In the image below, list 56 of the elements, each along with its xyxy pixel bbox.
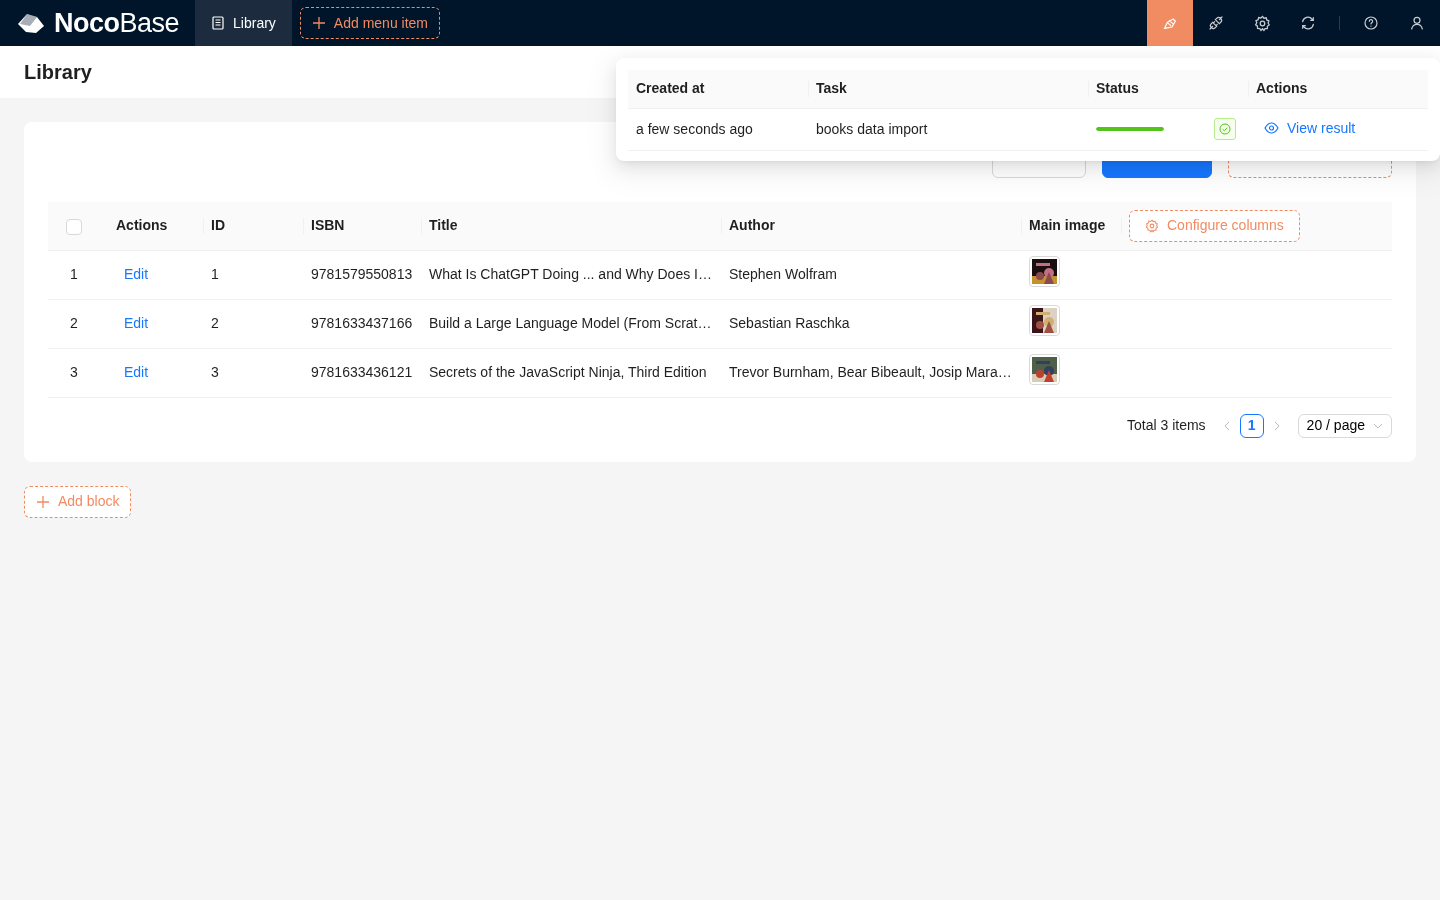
eye-icon <box>1264 122 1279 135</box>
user-icon <box>1409 15 1425 31</box>
view-result-link[interactable]: View result <box>1264 117 1356 139</box>
row-number: 1 <box>70 266 78 282</box>
settings-icon <box>1253 14 1271 32</box>
plus-icon <box>311 16 326 30</box>
table-cell: Stephen Wolfram <box>729 266 837 282</box>
column-header: Main image <box>1029 217 1106 234</box>
logo-icon <box>16 11 46 35</box>
select-all-checkbox[interactable] <box>66 218 82 235</box>
plus-icon <box>36 494 50 509</box>
column-header: Task <box>816 80 847 97</box>
table-cell: 2 <box>211 315 219 331</box>
image-thumbnail[interactable] <box>1029 354 1060 385</box>
table-cell: Trevor Burnham, Bear Bibeault, Josip Mara… <box>729 364 1012 380</box>
table-cell: 9781633437166 <box>311 315 413 331</box>
table-cell: Secrets of the JavaScript Ninja, Third Edition <box>429 364 707 380</box>
table-cell: Build a Large Language Model (From Scrat… <box>429 315 712 331</box>
page-button[interactable]: 1 <box>1239 413 1264 438</box>
page-title: Library <box>24 60 92 85</box>
edit-link[interactable]: Edit <box>124 364 149 380</box>
image-thumbnail[interactable] <box>1029 305 1060 336</box>
column-header: Author <box>729 217 775 234</box>
column-header: ID <box>211 217 225 234</box>
document-icon <box>211 16 226 30</box>
column-header: Status <box>1096 80 1139 97</box>
menu-item[interactable]: Library <box>195 0 292 46</box>
image-thumbnail[interactable] <box>1029 256 1060 287</box>
edit-link[interactable]: Edit <box>124 315 149 331</box>
column-header: Actions <box>116 217 168 234</box>
edit-link[interactable]: Edit <box>124 266 149 282</box>
refresh-icon <box>1300 15 1316 31</box>
column-header: ISBN <box>311 217 345 234</box>
column-header: Actions <box>1256 80 1308 97</box>
table-cell: books data import <box>816 120 928 137</box>
table-cell: Sebastian Raschka <box>729 315 850 331</box>
plug-icon <box>1208 15 1224 31</box>
brush-icon <box>1162 15 1178 31</box>
table-cell: 1 <box>211 266 219 282</box>
row-number: 2 <box>70 315 78 331</box>
row-number: 3 <box>70 364 78 380</box>
table-cell: What Is ChatGPT Doing ... and Why Does I… <box>429 266 712 282</box>
configure-columns-button[interactable]: Configure columns <box>1129 209 1300 242</box>
table-cell: a few seconds ago <box>636 120 753 137</box>
help-icon <box>1363 15 1379 31</box>
add-menu-item-button[interactable]: Add menu item <box>299 7 440 39</box>
page-size-select[interactable]: 20 / page <box>1297 413 1392 438</box>
column-header: Title <box>429 217 458 234</box>
add-block-button[interactable]: Add block <box>24 485 132 518</box>
total-count: Total 3 items <box>1127 416 1206 435</box>
table-cell: 9781633436121 <box>311 364 413 380</box>
column-header: Created at <box>636 80 705 97</box>
table-cell: 9781579550813 <box>311 266 413 282</box>
settings-icon <box>1145 218 1159 233</box>
logo-text: NocoBase <box>54 6 180 40</box>
table-cell: 3 <box>211 364 219 380</box>
